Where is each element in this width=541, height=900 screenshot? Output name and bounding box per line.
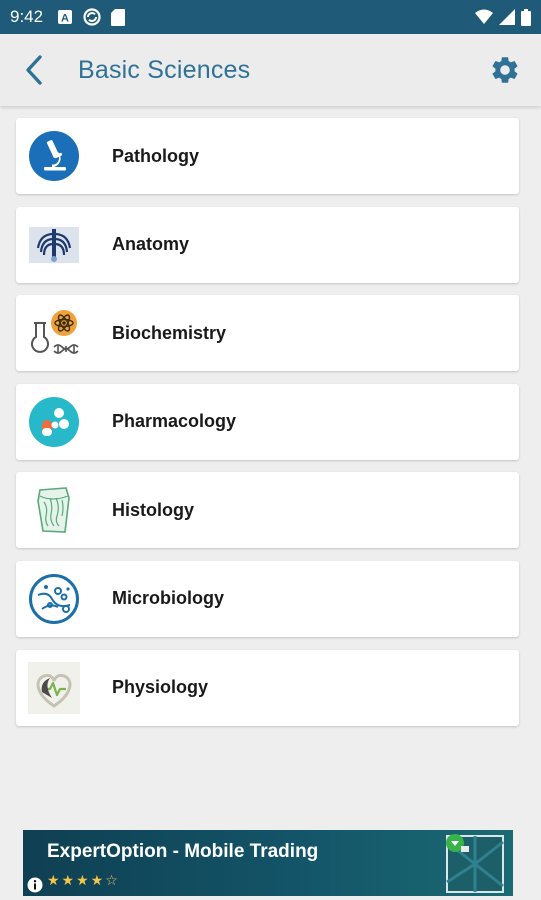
status-notification-icons: A	[57, 8, 126, 26]
subject-list: Pathology Anatomy Biochemistry Pharmacol…	[16, 118, 519, 738]
heart-pulse-icon	[28, 661, 80, 714]
list-item-label: Physiology	[112, 677, 209, 698]
battery-icon	[521, 8, 531, 26]
list-item-label: Pharmacology	[112, 411, 237, 432]
wifi-icon	[475, 9, 493, 25]
pills-icon	[28, 396, 80, 448]
list-item-pharmacology[interactable]: Pharmacology	[16, 383, 519, 460]
status-system-icons	[475, 8, 531, 26]
status-time: 9:42	[10, 7, 44, 26]
list-item-label: Pathology	[112, 145, 200, 166]
flask-atom-icon	[28, 307, 80, 359]
gear-icon	[492, 57, 518, 83]
settings-button[interactable]	[489, 54, 521, 86]
ad-title: ExpertOption - Mobile Trading	[47, 841, 319, 862]
list-item-biochemistry[interactable]: Biochemistry	[16, 295, 519, 372]
list-item-histology[interactable]: Histology	[16, 472, 519, 549]
ad-app-image	[445, 832, 505, 894]
microscope-icon	[28, 130, 80, 182]
app-bar: Basic Sciences	[0, 34, 541, 106]
sd-card-icon	[111, 8, 126, 26]
microbe-icon	[28, 573, 80, 625]
ad-banner[interactable]: ExpertOption - Mobile Trading ★★★★☆	[23, 830, 513, 896]
list-item-physiology[interactable]: Physiology	[16, 649, 519, 726]
sync-icon	[83, 8, 101, 26]
ad-rating-stars: ★★★★☆	[47, 872, 120, 888]
list-item-microbiology[interactable]: Microbiology	[16, 560, 519, 637]
tissue-icon	[28, 484, 80, 536]
notification-a-icon: A	[57, 9, 73, 25]
list-item-anatomy[interactable]: Anatomy	[16, 206, 519, 283]
list-item-label: Biochemistry	[112, 322, 227, 343]
back-arrow-icon	[26, 55, 42, 85]
list-item-label: Histology	[112, 499, 195, 520]
status-bar: 9:42 A	[0, 0, 541, 34]
list-item-pathology[interactable]: Pathology	[16, 118, 519, 194]
list-item-label: Microbiology	[112, 588, 224, 609]
list-item-label: Anatomy	[112, 234, 190, 255]
svg-text:A: A	[61, 13, 69, 25]
signal-icon	[499, 9, 515, 25]
ad-info-icon[interactable]	[27, 877, 43, 893]
page-title: Basic Sciences	[78, 56, 251, 84]
ribcage-icon	[28, 219, 80, 271]
back-button[interactable]	[18, 52, 54, 88]
